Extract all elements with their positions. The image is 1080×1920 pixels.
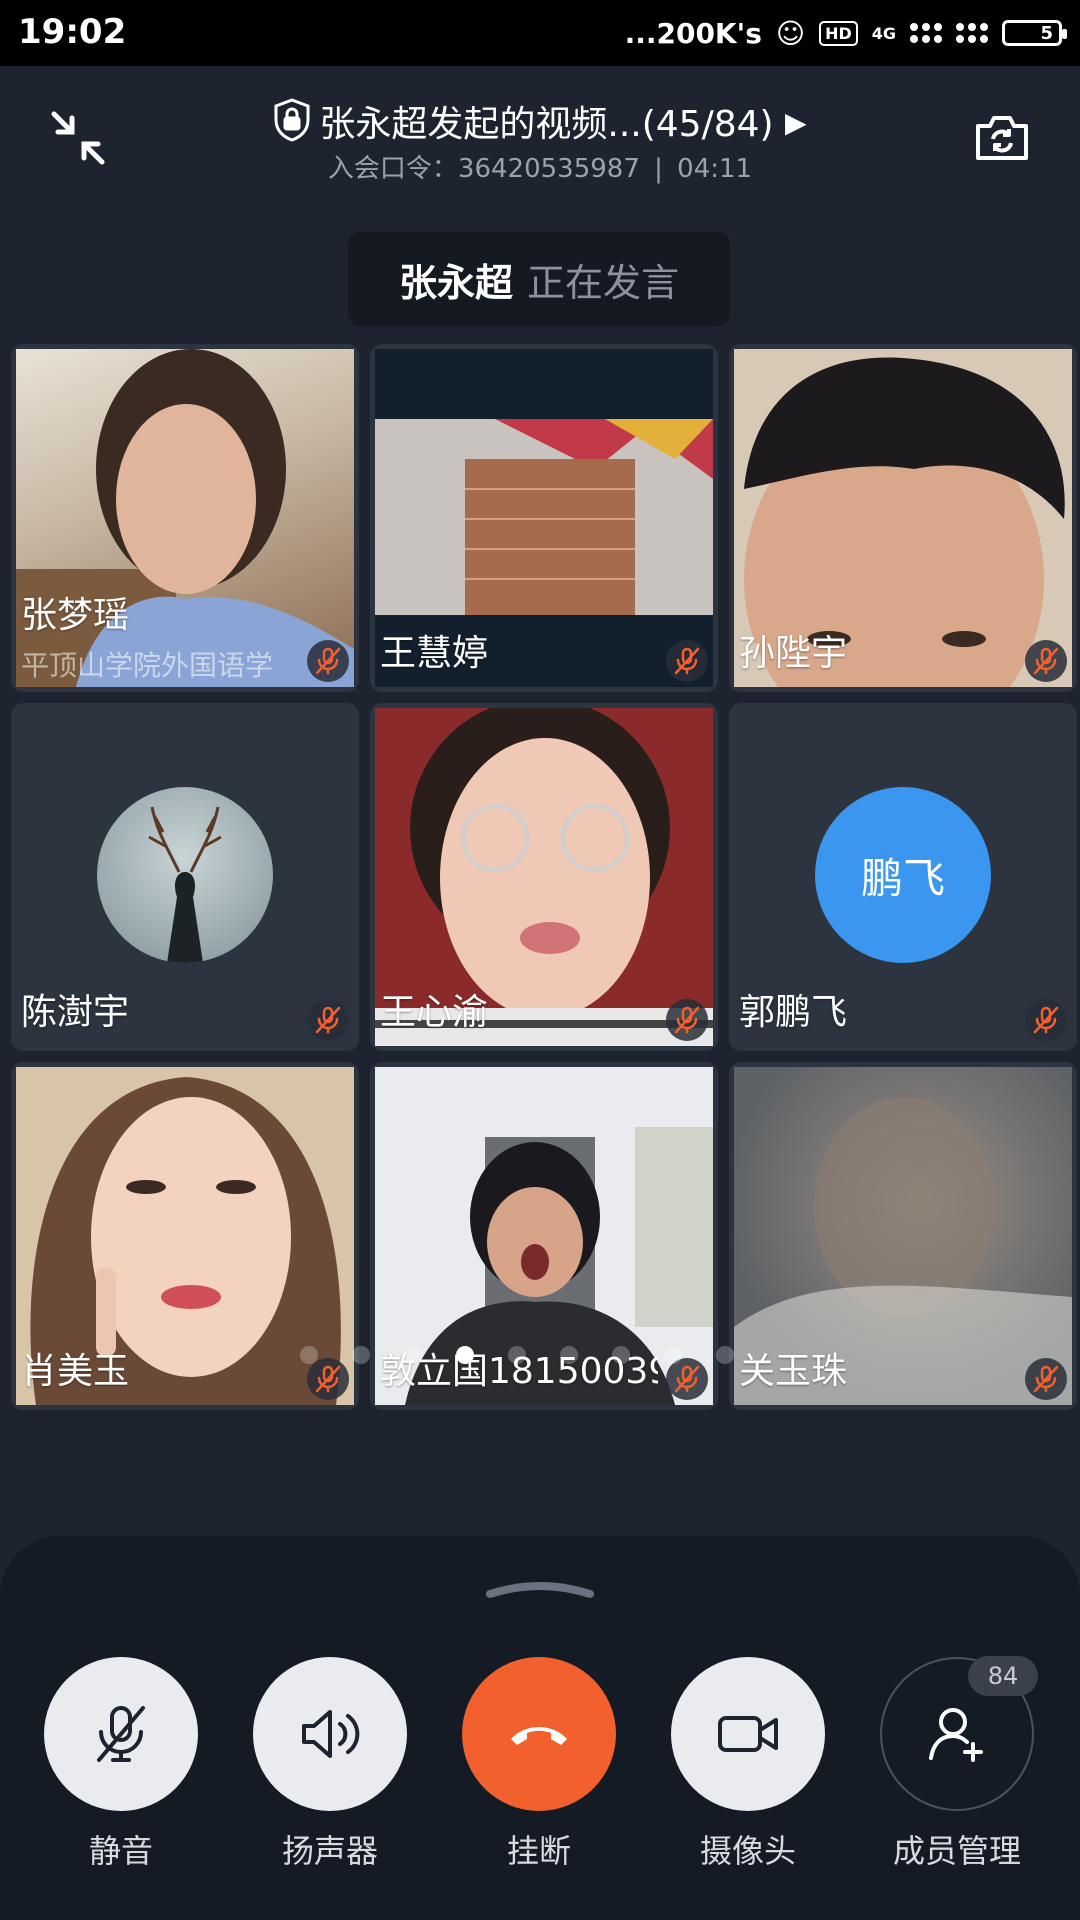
mic-off-icon xyxy=(307,999,349,1041)
page-dot[interactable] xyxy=(300,1346,318,1364)
meeting-code-label: 入会口令： xyxy=(327,154,458,184)
switch-camera-icon[interactable] xyxy=(974,112,1034,168)
info-separator: | xyxy=(654,154,663,184)
participant-tile[interactable]: 陈澍宇 xyxy=(11,703,359,1051)
participant-avatar xyxy=(97,787,273,963)
meeting-code: 36420535987 xyxy=(457,154,640,184)
speaker-label: 扬声器 xyxy=(281,1832,378,1870)
hangup-button[interactable] xyxy=(462,1657,616,1811)
expand-handle-icon[interactable] xyxy=(484,1576,596,1598)
status-icons: ...200K's ☺ HD 4G 5 xyxy=(624,10,1067,56)
active-speaker-name: 张永超 xyxy=(398,260,513,305)
add-member-icon xyxy=(929,1708,983,1762)
participant-name: 陈澍宇 xyxy=(21,992,130,1033)
page-dot[interactable] xyxy=(352,1346,370,1364)
participant-avatar: 鹏飞 xyxy=(815,787,991,963)
camera-label: 摄像头 xyxy=(699,1832,796,1870)
shield-lock-icon xyxy=(273,98,311,151)
mic-off-icon xyxy=(307,1358,349,1400)
participant-tile[interactable]: 王慧婷 xyxy=(370,344,718,692)
active-speaker-status: 正在发言 xyxy=(527,260,680,305)
participant-name: 张梦瑶 xyxy=(21,595,130,636)
participant-tile[interactable]: 王心渝 xyxy=(370,703,718,1051)
speaker-icon xyxy=(302,1710,360,1758)
mic-off-icon xyxy=(1025,999,1067,1041)
status-bar: 19:02 ...200K's ☺ HD 4G 5 xyxy=(0,0,1080,66)
participant-tile[interactable]: 孙陛宇 xyxy=(729,344,1077,692)
mute-button[interactable] xyxy=(44,1657,198,1811)
mic-off-icon xyxy=(307,640,349,682)
participant-name: 郭鹏飞 xyxy=(739,992,848,1033)
page-dot-active[interactable] xyxy=(456,1346,474,1364)
panda-icon: ☺ xyxy=(775,16,806,50)
meeting-title-text: 张永超发起的视频...(45/84) xyxy=(319,104,774,145)
participant-name: 孙陛宇 xyxy=(739,633,848,674)
meeting-title[interactable]: 张永超发起的视频...(45/84) ▶ xyxy=(0,95,1080,151)
battery-icon: 5 xyxy=(1002,20,1067,46)
page-dot[interactable] xyxy=(612,1346,630,1364)
signal-icon-2 xyxy=(956,23,988,43)
mic-off-icon xyxy=(1025,640,1067,682)
meeting-info: 入会口令：36420535987 | 04:11 xyxy=(0,148,1080,185)
speaker-button[interactable] xyxy=(253,1657,407,1811)
members-label: 成员管理 xyxy=(892,1832,1021,1870)
page-dot[interactable] xyxy=(664,1346,682,1364)
network-speed: ...200K's xyxy=(624,16,762,50)
participant-name: 王慧婷 xyxy=(380,633,489,674)
video-camera-icon xyxy=(718,1716,778,1752)
page-dot[interactable] xyxy=(404,1346,422,1364)
phone-hangup-icon xyxy=(511,1727,567,1745)
network-type: 4G xyxy=(871,23,896,43)
participant-tile[interactable]: 张梦瑶 平顶山学院外国语学 xyxy=(11,344,359,692)
play-icon: ▶ xyxy=(785,106,807,139)
mic-off-icon xyxy=(1025,1358,1067,1400)
mic-off-icon xyxy=(666,640,708,682)
participant-tile[interactable]: 鹏飞 郭鹏飞 xyxy=(729,703,1077,1051)
signal-icon xyxy=(910,23,942,43)
mute-label: 静音 xyxy=(88,1832,153,1870)
page-dot[interactable] xyxy=(508,1346,526,1364)
page-indicator xyxy=(300,1346,734,1364)
meeting-duration: 04:11 xyxy=(677,154,753,184)
participant-name: 肖美玉 xyxy=(21,1351,130,1392)
hd-badge: HD xyxy=(819,20,858,46)
camera-button[interactable] xyxy=(671,1657,825,1811)
mic-off-icon xyxy=(666,999,708,1041)
active-speaker-pill: 张永超 正在发言 xyxy=(348,232,730,326)
participant-tile[interactable]: 关玉珠 xyxy=(729,1062,1077,1410)
status-time: 19:02 xyxy=(18,12,127,52)
page-dot[interactable] xyxy=(716,1346,734,1364)
mic-off-icon xyxy=(666,1358,708,1400)
mic-off-icon xyxy=(97,1706,145,1762)
hangup-label: 挂断 xyxy=(506,1832,571,1870)
participant-name: 王心渝 xyxy=(380,992,489,1033)
page-dot[interactable] xyxy=(560,1346,578,1364)
participant-org: 平顶山学院外国语学 xyxy=(21,649,274,682)
member-count-badge: 84 xyxy=(968,1656,1038,1696)
participant-name: 关玉珠 xyxy=(739,1351,848,1392)
